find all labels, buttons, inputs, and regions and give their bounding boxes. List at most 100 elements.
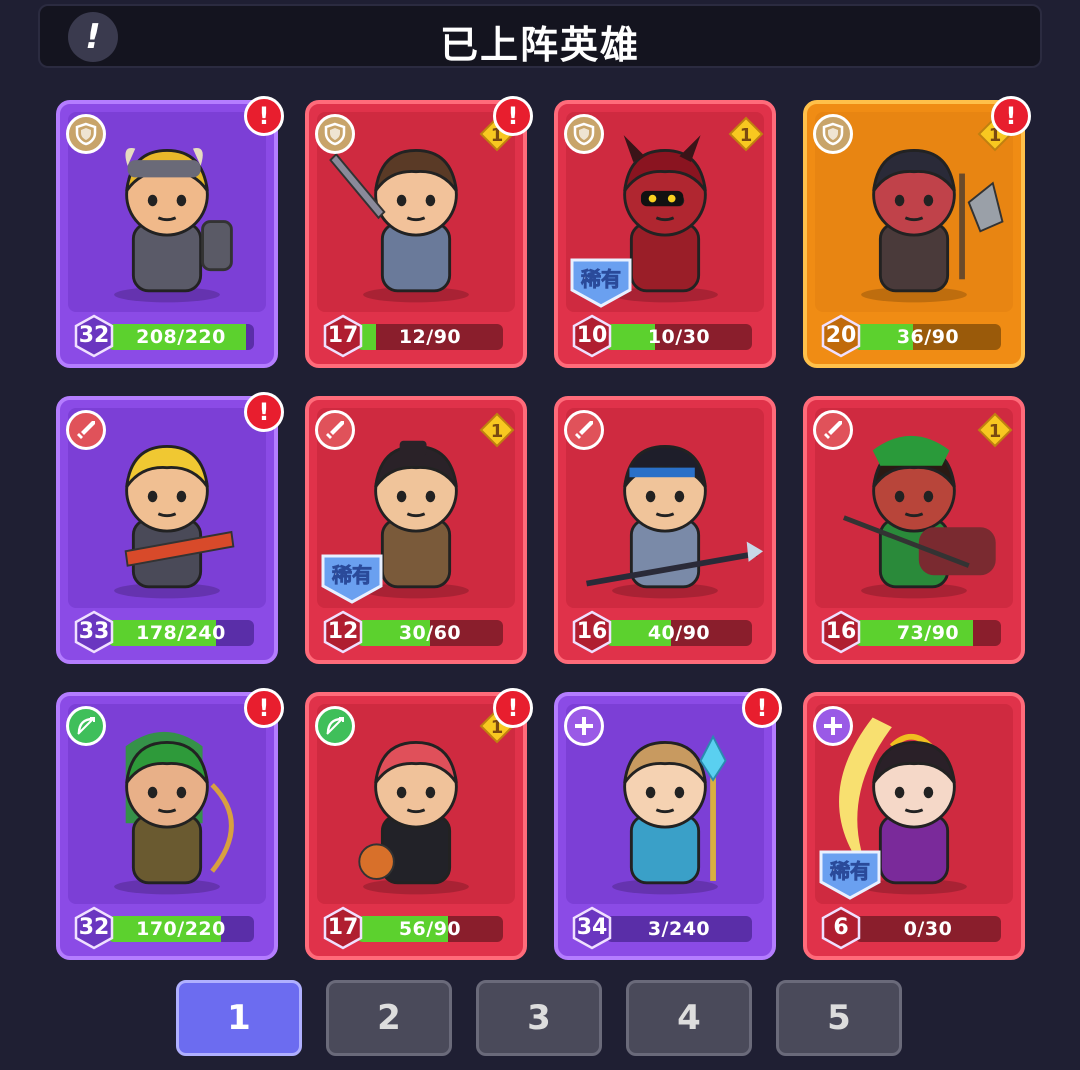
level-number: 16 bbox=[825, 619, 857, 644]
shield-icon bbox=[564, 114, 604, 154]
level-badge: 16 bbox=[570, 610, 614, 654]
hero-card[interactable]: 1 稀有 10/30 10 bbox=[554, 100, 776, 368]
alert-icon: ! bbox=[244, 392, 284, 432]
hero-footer: 170/220 32 bbox=[68, 906, 266, 950]
svg-text:1: 1 bbox=[989, 421, 1002, 442]
progress-text: 73/90 bbox=[896, 622, 960, 644]
svg-text:稀有: 稀有 bbox=[332, 563, 372, 587]
header-bar: ! 已上阵英雄 bbox=[38, 4, 1042, 68]
progress-bar: 3/240 bbox=[606, 916, 752, 942]
progress-text: 12/90 bbox=[398, 326, 462, 348]
hero-footer: 208/220 32 bbox=[68, 314, 266, 358]
star-badge-icon: 1 bbox=[728, 116, 764, 152]
sword-icon bbox=[66, 410, 106, 450]
level-number: 20 bbox=[825, 323, 857, 348]
level-badge: 6 bbox=[819, 906, 863, 950]
hero-footer: 10/30 10 bbox=[566, 314, 764, 358]
level-number: 12 bbox=[327, 619, 359, 644]
page-button-1[interactable]: 1 bbox=[176, 980, 302, 1056]
star-badge-icon: 1 bbox=[479, 412, 515, 448]
star-badge-icon: 1 bbox=[977, 412, 1013, 448]
hero-footer: 56/90 17 bbox=[317, 906, 515, 950]
level-badge: 10 bbox=[570, 314, 614, 358]
sword-icon bbox=[315, 410, 355, 450]
shield-icon bbox=[66, 114, 106, 154]
progress-bar: 30/60 bbox=[357, 620, 503, 646]
hero-footer: 73/90 16 bbox=[815, 610, 1013, 654]
level-number: 34 bbox=[576, 915, 608, 940]
page-selector: 12345 bbox=[176, 980, 906, 1060]
hero-card[interactable]: ! 208/220 32 bbox=[56, 96, 284, 368]
rare-badge: 稀有 bbox=[815, 846, 885, 900]
hero-card[interactable]: 1 73/90 16 bbox=[803, 396, 1025, 664]
alert-icon: ! bbox=[991, 96, 1031, 136]
page-button-2[interactable]: 2 bbox=[326, 980, 452, 1056]
shield-icon bbox=[315, 114, 355, 154]
alert-icon: ! bbox=[493, 688, 533, 728]
hero-card[interactable]: 稀有 0/30 6 bbox=[803, 692, 1025, 960]
level-number: 16 bbox=[576, 619, 608, 644]
rare-badge: 稀有 bbox=[566, 254, 636, 308]
progress-text: 208/220 bbox=[136, 326, 226, 348]
hero-card[interactable]: 1! 56/90 17 bbox=[305, 688, 533, 960]
level-badge: 32 bbox=[72, 314, 116, 358]
progress-bar: 170/220 bbox=[108, 916, 254, 942]
hero-footer: 12/90 17 bbox=[317, 314, 515, 358]
level-badge: 12 bbox=[321, 610, 365, 654]
level-badge: 17 bbox=[321, 314, 365, 358]
hero-card[interactable]: 40/90 16 bbox=[554, 396, 776, 664]
bow-icon bbox=[315, 706, 355, 746]
hero-footer: 40/90 16 bbox=[566, 610, 764, 654]
alert-icon: ! bbox=[244, 96, 284, 136]
progress-text: 170/220 bbox=[136, 918, 226, 940]
level-number: 33 bbox=[78, 619, 110, 644]
hero-card[interactable]: 1! 12/90 17 bbox=[305, 96, 533, 368]
page-title: 已上阵英雄 bbox=[439, 23, 640, 67]
hero-card[interactable]: ! 178/240 33 bbox=[56, 392, 284, 664]
level-badge: 34 bbox=[570, 906, 614, 950]
alert-icon: ! bbox=[742, 688, 782, 728]
hero-card[interactable]: 1 稀有 30/60 12 bbox=[305, 396, 527, 664]
svg-text:稀有: 稀有 bbox=[581, 267, 621, 291]
level-badge: 17 bbox=[321, 906, 365, 950]
hero-footer: 30/60 12 bbox=[317, 610, 515, 654]
svg-text:稀有: 稀有 bbox=[830, 859, 870, 883]
level-number: 32 bbox=[78, 323, 110, 348]
hero-card[interactable]: ! 170/220 32 bbox=[56, 688, 284, 960]
svg-text:1: 1 bbox=[491, 421, 504, 442]
level-number: 6 bbox=[833, 915, 849, 940]
heal-icon bbox=[564, 706, 604, 746]
progress-text: 40/90 bbox=[647, 622, 711, 644]
progress-bar: 56/90 bbox=[357, 916, 503, 942]
hero-card[interactable]: 1! 36/90 20 bbox=[803, 96, 1031, 368]
hero-grid: ! 208/220 32 1! 12/90 17 1 稀有 10/30 10 1! 36/90 2… bbox=[56, 96, 1031, 960]
page-button-5[interactable]: 5 bbox=[776, 980, 902, 1056]
progress-bar: 0/30 bbox=[855, 916, 1001, 942]
progress-bar: 40/90 bbox=[606, 620, 752, 646]
level-number: 10 bbox=[576, 323, 608, 348]
hero-card[interactable]: ! 3/240 34 bbox=[554, 688, 782, 960]
page-button-3[interactable]: 3 bbox=[476, 980, 602, 1056]
level-number: 17 bbox=[327, 323, 359, 348]
progress-bar: 73/90 bbox=[855, 620, 1001, 646]
level-number: 32 bbox=[78, 915, 110, 940]
sword-icon bbox=[813, 410, 853, 450]
level-badge: 16 bbox=[819, 610, 863, 654]
level-badge: 32 bbox=[72, 906, 116, 950]
progress-text: 0/30 bbox=[903, 918, 953, 940]
progress-text: 3/240 bbox=[647, 918, 711, 940]
progress-bar: 12/90 bbox=[357, 324, 503, 350]
alert-icon: ! bbox=[244, 688, 284, 728]
progress-text: 56/90 bbox=[398, 918, 462, 940]
sword-icon bbox=[564, 410, 604, 450]
progress-bar: 208/220 bbox=[108, 324, 254, 350]
page-button-4[interactable]: 4 bbox=[626, 980, 752, 1056]
bow-icon bbox=[66, 706, 106, 746]
hero-footer: 0/30 6 bbox=[815, 906, 1013, 950]
rare-badge: 稀有 bbox=[317, 550, 387, 604]
heal-icon bbox=[813, 706, 853, 746]
hero-footer: 178/240 33 bbox=[68, 610, 266, 654]
svg-text:1: 1 bbox=[740, 125, 753, 146]
level-number: 17 bbox=[327, 915, 359, 940]
hero-footer: 36/90 20 bbox=[815, 314, 1013, 358]
